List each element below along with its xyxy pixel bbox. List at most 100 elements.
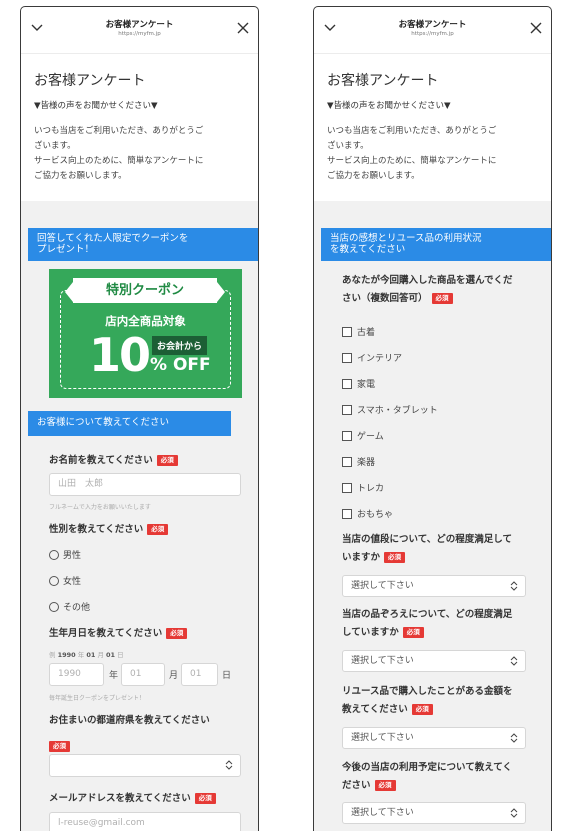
survey-heading: お客様アンケート	[327, 73, 439, 89]
required-badge: 必須	[194, 793, 216, 804]
required-badge: 必須	[374, 780, 396, 791]
select-arrows-icon	[510, 656, 518, 666]
select-value: 選択して下さい	[351, 808, 414, 818]
purchase-option[interactable]: 家電	[342, 377, 375, 390]
year-unit: 年	[109, 671, 119, 681]
option-label: トレカ	[357, 484, 385, 494]
birthday-hint: 毎年誕生日クーポンをプレゼント！	[49, 695, 146, 702]
gender-option[interactable]: 女性	[49, 574, 81, 587]
checkbox[interactable]	[342, 482, 352, 493]
checkbox[interactable]	[342, 352, 352, 363]
page-url: https://myfm.jp	[411, 31, 454, 37]
description-line: サービス向上のために、簡単なアンケートに	[327, 156, 497, 166]
email-input[interactable]: l-reuse@gmail.com	[49, 812, 241, 831]
name-input[interactable]: 山田 太郎	[49, 473, 241, 496]
coupon-banner: 回答してくれた人限定でクーポンを プレゼント！	[28, 228, 258, 261]
option-label: 楽器	[357, 458, 376, 468]
select-value: 選択して下さい	[351, 581, 414, 591]
option-label: 女性	[63, 577, 82, 587]
checkbox[interactable]	[342, 430, 352, 441]
example-year: 1990	[57, 651, 76, 659]
gender-option[interactable]: 男性	[49, 548, 81, 561]
question-label: お住まいの都道府県を教えてください	[49, 715, 210, 726]
purchase-option[interactable]: ゲーム	[342, 429, 384, 442]
banner-line: を教えてください	[330, 243, 406, 255]
radio-circle[interactable]	[49, 549, 59, 560]
radio-circle[interactable]	[49, 601, 59, 612]
required-badge: 必須	[402, 627, 424, 638]
required-badge: 必須	[147, 524, 169, 535]
checkbox[interactable]	[342, 508, 352, 519]
checkbox[interactable]	[342, 404, 352, 415]
survey-description: いつも当店をご利用いただき、ありがとうご ざいます。 サービス向上のために、簡単…	[34, 124, 245, 184]
required-badge: 必須	[411, 704, 433, 715]
phone-screen-left: お客様アンケート https://myfm.jp お客様アンケート ▼皆様の声を…	[20, 6, 259, 831]
coupon-from-total: お会計から	[152, 336, 208, 355]
coupon-image: 特別クーポン 店内全商品対象 10 お会計から % OFF	[49, 269, 242, 398]
usage-banner: 当店の感想とリユース品の利用状況 を教えてください	[321, 228, 551, 261]
coupon-off: % OFF	[150, 355, 211, 375]
coupon-ribbon: 特別クーポン	[65, 278, 225, 303]
checkbox[interactable]	[342, 326, 352, 337]
description-line: いつも当店をご利用いただき、ありがとうご	[34, 126, 204, 136]
question-label: いますか	[342, 552, 381, 563]
page-title: お客様アンケート	[105, 20, 174, 30]
purchase-option[interactable]: インテリア	[342, 351, 402, 364]
checkbox[interactable]	[342, 378, 352, 389]
close-icon[interactable]	[237, 22, 249, 34]
question-label: 生年月日を教えてください	[49, 628, 163, 639]
survey-heading: お客様アンケート	[34, 73, 146, 89]
purchase-option[interactable]: 楽器	[342, 455, 375, 468]
purchase-option[interactable]: スマホ・タブレット	[342, 403, 438, 416]
birthday-example: 例 1990 年 01 月 01 日	[49, 649, 124, 659]
price-select[interactable]: 選択して下さい	[342, 575, 526, 597]
description-line: ざいます。	[34, 141, 76, 151]
banner-line: 当店の感想とリユース品の利用状況	[330, 233, 482, 244]
prefecture-select[interactable]	[49, 754, 241, 777]
purchase-question: あなたが今回購入した商品を選んでくだ さい（複数回答可） 必須	[342, 272, 547, 308]
purchase-option[interactable]: おもちゃ	[342, 507, 393, 520]
radio-circle[interactable]	[49, 575, 59, 586]
question-label: 当店の品ぞろえについて、どの程度満足	[342, 609, 513, 620]
assortment-select[interactable]: 選択して下さい	[342, 650, 526, 672]
birth-day-input[interactable]: 01	[181, 663, 218, 686]
required-badge: 必須	[431, 293, 453, 304]
purchase-option[interactable]: 古着	[342, 325, 375, 338]
close-icon[interactable]	[530, 22, 542, 34]
option-label: 家電	[357, 380, 376, 390]
gender-option[interactable]: その他	[49, 600, 90, 613]
question-label: 性別を教えてください	[49, 524, 144, 535]
required-badge: 必須	[384, 552, 406, 563]
birth-month-input[interactable]: 01	[121, 663, 165, 686]
survey-subheading: ▼皆様の声をお聞かせください▼	[34, 101, 158, 111]
future-select[interactable]: 選択して下さい	[342, 802, 526, 824]
future-question: 今後の当店の利用予定について教えてく ださい 必須	[342, 759, 547, 795]
banner-line: プレゼント！	[37, 243, 95, 255]
email-question: メールアドレスを教えてください 必須	[49, 790, 254, 808]
example-day: 01	[106, 651, 116, 659]
purchase-option[interactable]: トレカ	[342, 481, 384, 494]
form-area: 当店の感想とリユース品の利用状況 を教えてください あなたが今回購入した商品を選…	[314, 201, 551, 831]
description-line: ご協力をお願いします。	[34, 171, 127, 181]
option-label: 男性	[63, 551, 82, 561]
page-url: https://myfm.jp	[118, 31, 161, 37]
checkbox[interactable]	[342, 456, 352, 467]
example-unit: 日	[117, 651, 124, 659]
name-hint: フルネームで入力をお願いいたします	[49, 504, 151, 511]
coupon-number: 10	[89, 328, 151, 382]
name-question: お名前を教えてください 必須	[49, 452, 254, 470]
option-label: おもちゃ	[357, 510, 394, 520]
browser-topbar: お客様アンケート https://myfm.jp	[21, 7, 258, 54]
question-label: あなたが今回購入した商品を選んでくだ	[342, 275, 513, 286]
description-line: サービス向上のために、簡単なアンケートに	[34, 156, 204, 166]
select-value: 選択して下さい	[351, 656, 414, 666]
month-unit: 月	[169, 671, 179, 681]
coupon-all-items: 店内全商品対象	[105, 314, 186, 328]
form-area: 回答してくれた人限定でクーポンを プレゼント！ 特別クーポン 店内全商品対象 1…	[21, 201, 258, 831]
question-label: お名前を教えてください	[49, 455, 153, 466]
option-label: スマホ・タブレット	[357, 406, 438, 416]
survey-subheading: ▼皆様の声をお聞かせください▼	[327, 101, 451, 111]
amount-select[interactable]: 選択して下さい	[342, 727, 526, 749]
intro-section: お客様アンケート ▼皆様の声をお聞かせください▼ いつも当店をご利用いただき、あ…	[21, 54, 258, 201]
birth-year-input[interactable]: 1990	[49, 663, 104, 686]
